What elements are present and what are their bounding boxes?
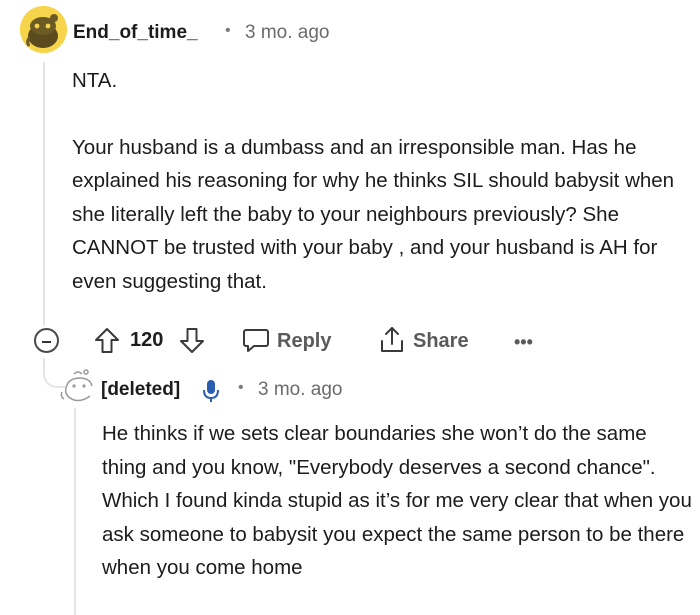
vote-score: 120	[130, 329, 164, 351]
reply-icon[interactable]	[242, 327, 270, 359]
reply-body: He thinks if we sets clear boundaries sh…	[102, 422, 692, 579]
share-button[interactable]: Share	[413, 330, 469, 353]
deleted-user-avatar[interactable]	[60, 366, 100, 406]
reply-button[interactable]: Reply	[277, 330, 331, 353]
comment-paragraph: Your husband is a dumbass and an irrespo…	[72, 135, 675, 293]
comment-timestamp: 3 mo. ago	[245, 22, 330, 43]
upvote-icon[interactable]	[94, 327, 120, 359]
snoo-avatar-icon	[20, 6, 67, 53]
separator-dot: •	[238, 379, 244, 396]
reply-timestamp: 3 mo. ago	[258, 379, 343, 400]
comment-paragraph: NTA.	[72, 69, 118, 92]
downvote-icon[interactable]	[179, 327, 205, 359]
deleted-snoo-icon	[60, 369, 93, 402]
collapse-thread-button[interactable]	[34, 328, 59, 353]
comment-author[interactable]: End_of_time_	[73, 22, 198, 44]
avatar[interactable]	[20, 6, 67, 53]
reply-author[interactable]: [deleted]	[101, 379, 180, 401]
share-icon[interactable]	[378, 325, 406, 360]
microphone-icon	[201, 378, 221, 409]
comment-body: NTA. Your husband is a dumbass and an ir…	[72, 64, 692, 298]
separator-dot: •	[225, 22, 231, 39]
thread-line[interactable]	[43, 62, 45, 326]
more-options-icon[interactable]: •••	[514, 332, 533, 353]
reply-thread-line[interactable]	[74, 408, 76, 615]
